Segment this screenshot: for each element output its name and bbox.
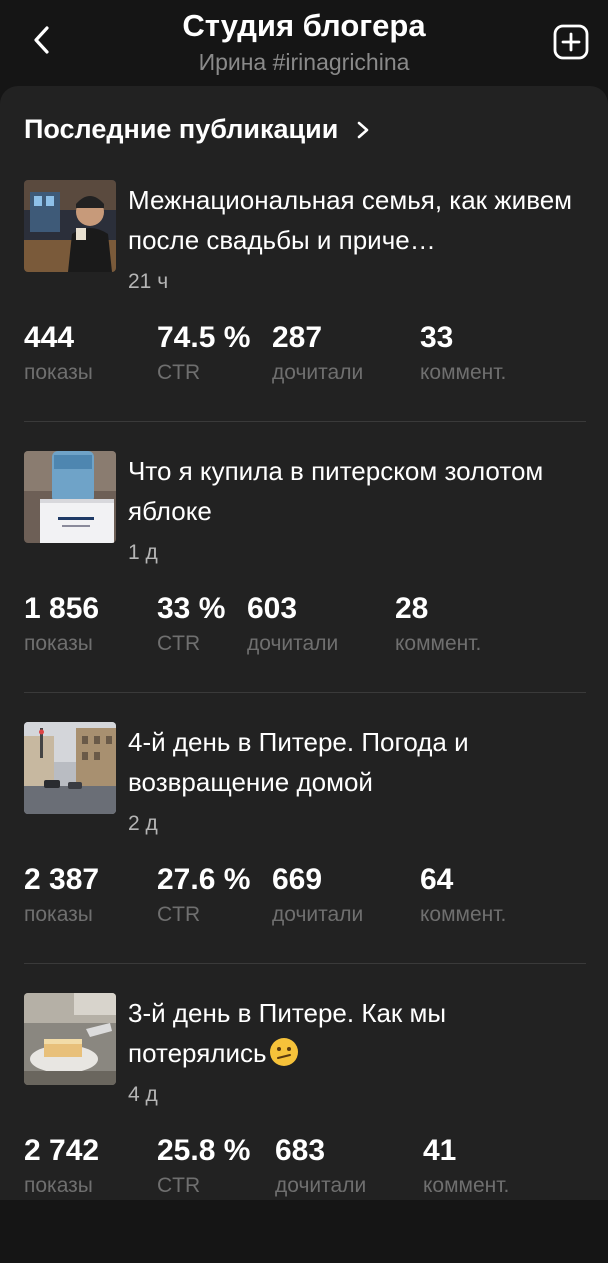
- stat-ctr-label: CTR: [157, 361, 201, 384]
- post-title: Что я купила в питерском золотом яблоке: [128, 456, 544, 526]
- post-stats: 2 387 показы 27.6 % CTR 669 дочитали 64 …: [24, 862, 584, 942]
- stat-read: 669 дочитали: [272, 862, 363, 932]
- section-title: Последние публикации: [24, 114, 339, 144]
- stat-read: 683 дочитали: [275, 1133, 366, 1203]
- plus-square-icon: [553, 24, 589, 60]
- stat-read-value: 669: [272, 863, 323, 896]
- divider: [24, 963, 586, 964]
- stat-ctr: 33 % CTR: [157, 591, 225, 661]
- stat-views-label: показы: [24, 361, 93, 384]
- header-titles: Студия блогера Ирина #irinagrichina: [100, 6, 508, 78]
- stat-views-value: 2 742: [24, 1134, 100, 1167]
- stat-views: 1 856 показы: [24, 591, 99, 661]
- stat-comments: 64 коммент.: [420, 862, 506, 932]
- stat-ctr: 25.8 % CTR: [157, 1133, 250, 1203]
- stat-comments-label: коммент.: [423, 1174, 510, 1197]
- post-thumbnail: [24, 451, 116, 543]
- stat-ctr: 74.5 % CTR: [157, 320, 250, 390]
- stat-ctr-label: CTR: [157, 1174, 201, 1197]
- stat-comments-value: 33: [420, 321, 454, 354]
- stat-views-label: показы: [24, 632, 93, 655]
- divider: [24, 692, 586, 693]
- post-title: Межнациональная семья, как живем после с…: [128, 185, 573, 255]
- stat-comments-label: коммент.: [420, 903, 507, 926]
- divider: [24, 421, 586, 422]
- stat-comments: 33 коммент.: [420, 320, 506, 390]
- stat-read-label: дочитали: [272, 361, 364, 384]
- stat-read-value: 683: [275, 1134, 326, 1167]
- back-button[interactable]: [22, 20, 62, 60]
- chevron-left-icon: [34, 26, 49, 54]
- post-stats: 2 742 показы 25.8 % CTR 683 дочитали 41 …: [24, 1133, 584, 1213]
- post-stats: 1 856 показы 33 % CTR 603 дочитали 28 ко…: [24, 591, 584, 671]
- stat-views-label: показы: [24, 1174, 93, 1197]
- recent-publications-link[interactable]: Последние публикации: [24, 114, 372, 145]
- stat-comments: 28 коммент.: [395, 591, 481, 661]
- stat-read: 287 дочитали: [272, 320, 363, 390]
- post-time: 2 д: [128, 812, 158, 835]
- publication-item[interactable]: Что я купила в питерском золотом яблоке …: [0, 451, 608, 721]
- page-subtitle: Ирина #irinagrichina: [198, 49, 410, 75]
- stat-ctr-label: CTR: [157, 632, 201, 655]
- confused-face-emoji: [269, 1038, 298, 1066]
- stat-ctr: 27.6 % CTR: [157, 862, 250, 932]
- post-thumbnail: [24, 722, 116, 814]
- publication-item[interactable]: 4-й день в Питере. Погода и возвращение …: [0, 722, 608, 992]
- stat-comments-value: 41: [423, 1134, 457, 1167]
- post-time: 21 ч: [128, 270, 169, 293]
- post-stats: 444 показы 74.5 % CTR 287 дочитали 33 ко…: [24, 320, 584, 400]
- stat-views-value: 2 387: [24, 863, 100, 896]
- stat-views: 2 387 показы: [24, 862, 99, 932]
- stat-views: 444 показы: [24, 320, 93, 390]
- stat-ctr-value: 33 %: [157, 592, 226, 625]
- page-title: Студия блогера: [182, 8, 426, 43]
- stat-comments-label: коммент.: [395, 632, 482, 655]
- publication-item[interactable]: Межнациональная семья, как живем после с…: [0, 180, 608, 450]
- stat-read-value: 287: [272, 321, 323, 354]
- post-thumbnail: [24, 993, 116, 1085]
- stat-read-label: дочитали: [272, 903, 364, 926]
- top-bar: Студия блогера Ирина #irinagrichina: [0, 0, 608, 84]
- post-time: 4 д: [128, 1083, 158, 1106]
- stat-views-label: показы: [24, 903, 93, 926]
- stat-ctr-value: 27.6 %: [157, 863, 251, 896]
- post-title: 3-й день в Питере. Как мы потерялись: [128, 993, 578, 1073]
- stat-read: 603 дочитали: [247, 591, 338, 661]
- stat-views: 2 742 показы: [24, 1133, 99, 1203]
- stat-read-value: 603: [247, 592, 298, 625]
- stat-views-value: 444: [24, 321, 75, 354]
- post-time: 1 д: [128, 541, 158, 564]
- stat-comments-value: 28: [395, 592, 429, 625]
- chevron-right-icon: [356, 120, 372, 140]
- post-title: 4-й день в Питере. Погода и возвращение …: [128, 727, 469, 797]
- stat-comments-label: коммент.: [420, 361, 507, 384]
- stat-ctr-value: 25.8 %: [157, 1134, 251, 1167]
- stat-comments-value: 64: [420, 863, 454, 896]
- publications-panel: Последние публикации Межнациональная сем…: [0, 86, 608, 1200]
- publication-item[interactable]: 3-й день в Питере. Как мы потерялись 4 д…: [0, 993, 608, 1263]
- stat-views-value: 1 856: [24, 592, 100, 625]
- stat-read-label: дочитали: [275, 1174, 367, 1197]
- add-publication-button[interactable]: [552, 23, 590, 61]
- stat-read-label: дочитали: [247, 632, 339, 655]
- post-thumbnail: [24, 180, 116, 272]
- stat-ctr-value: 74.5 %: [157, 321, 251, 354]
- stat-comments: 41 коммент.: [423, 1133, 509, 1203]
- stat-ctr-label: CTR: [157, 903, 201, 926]
